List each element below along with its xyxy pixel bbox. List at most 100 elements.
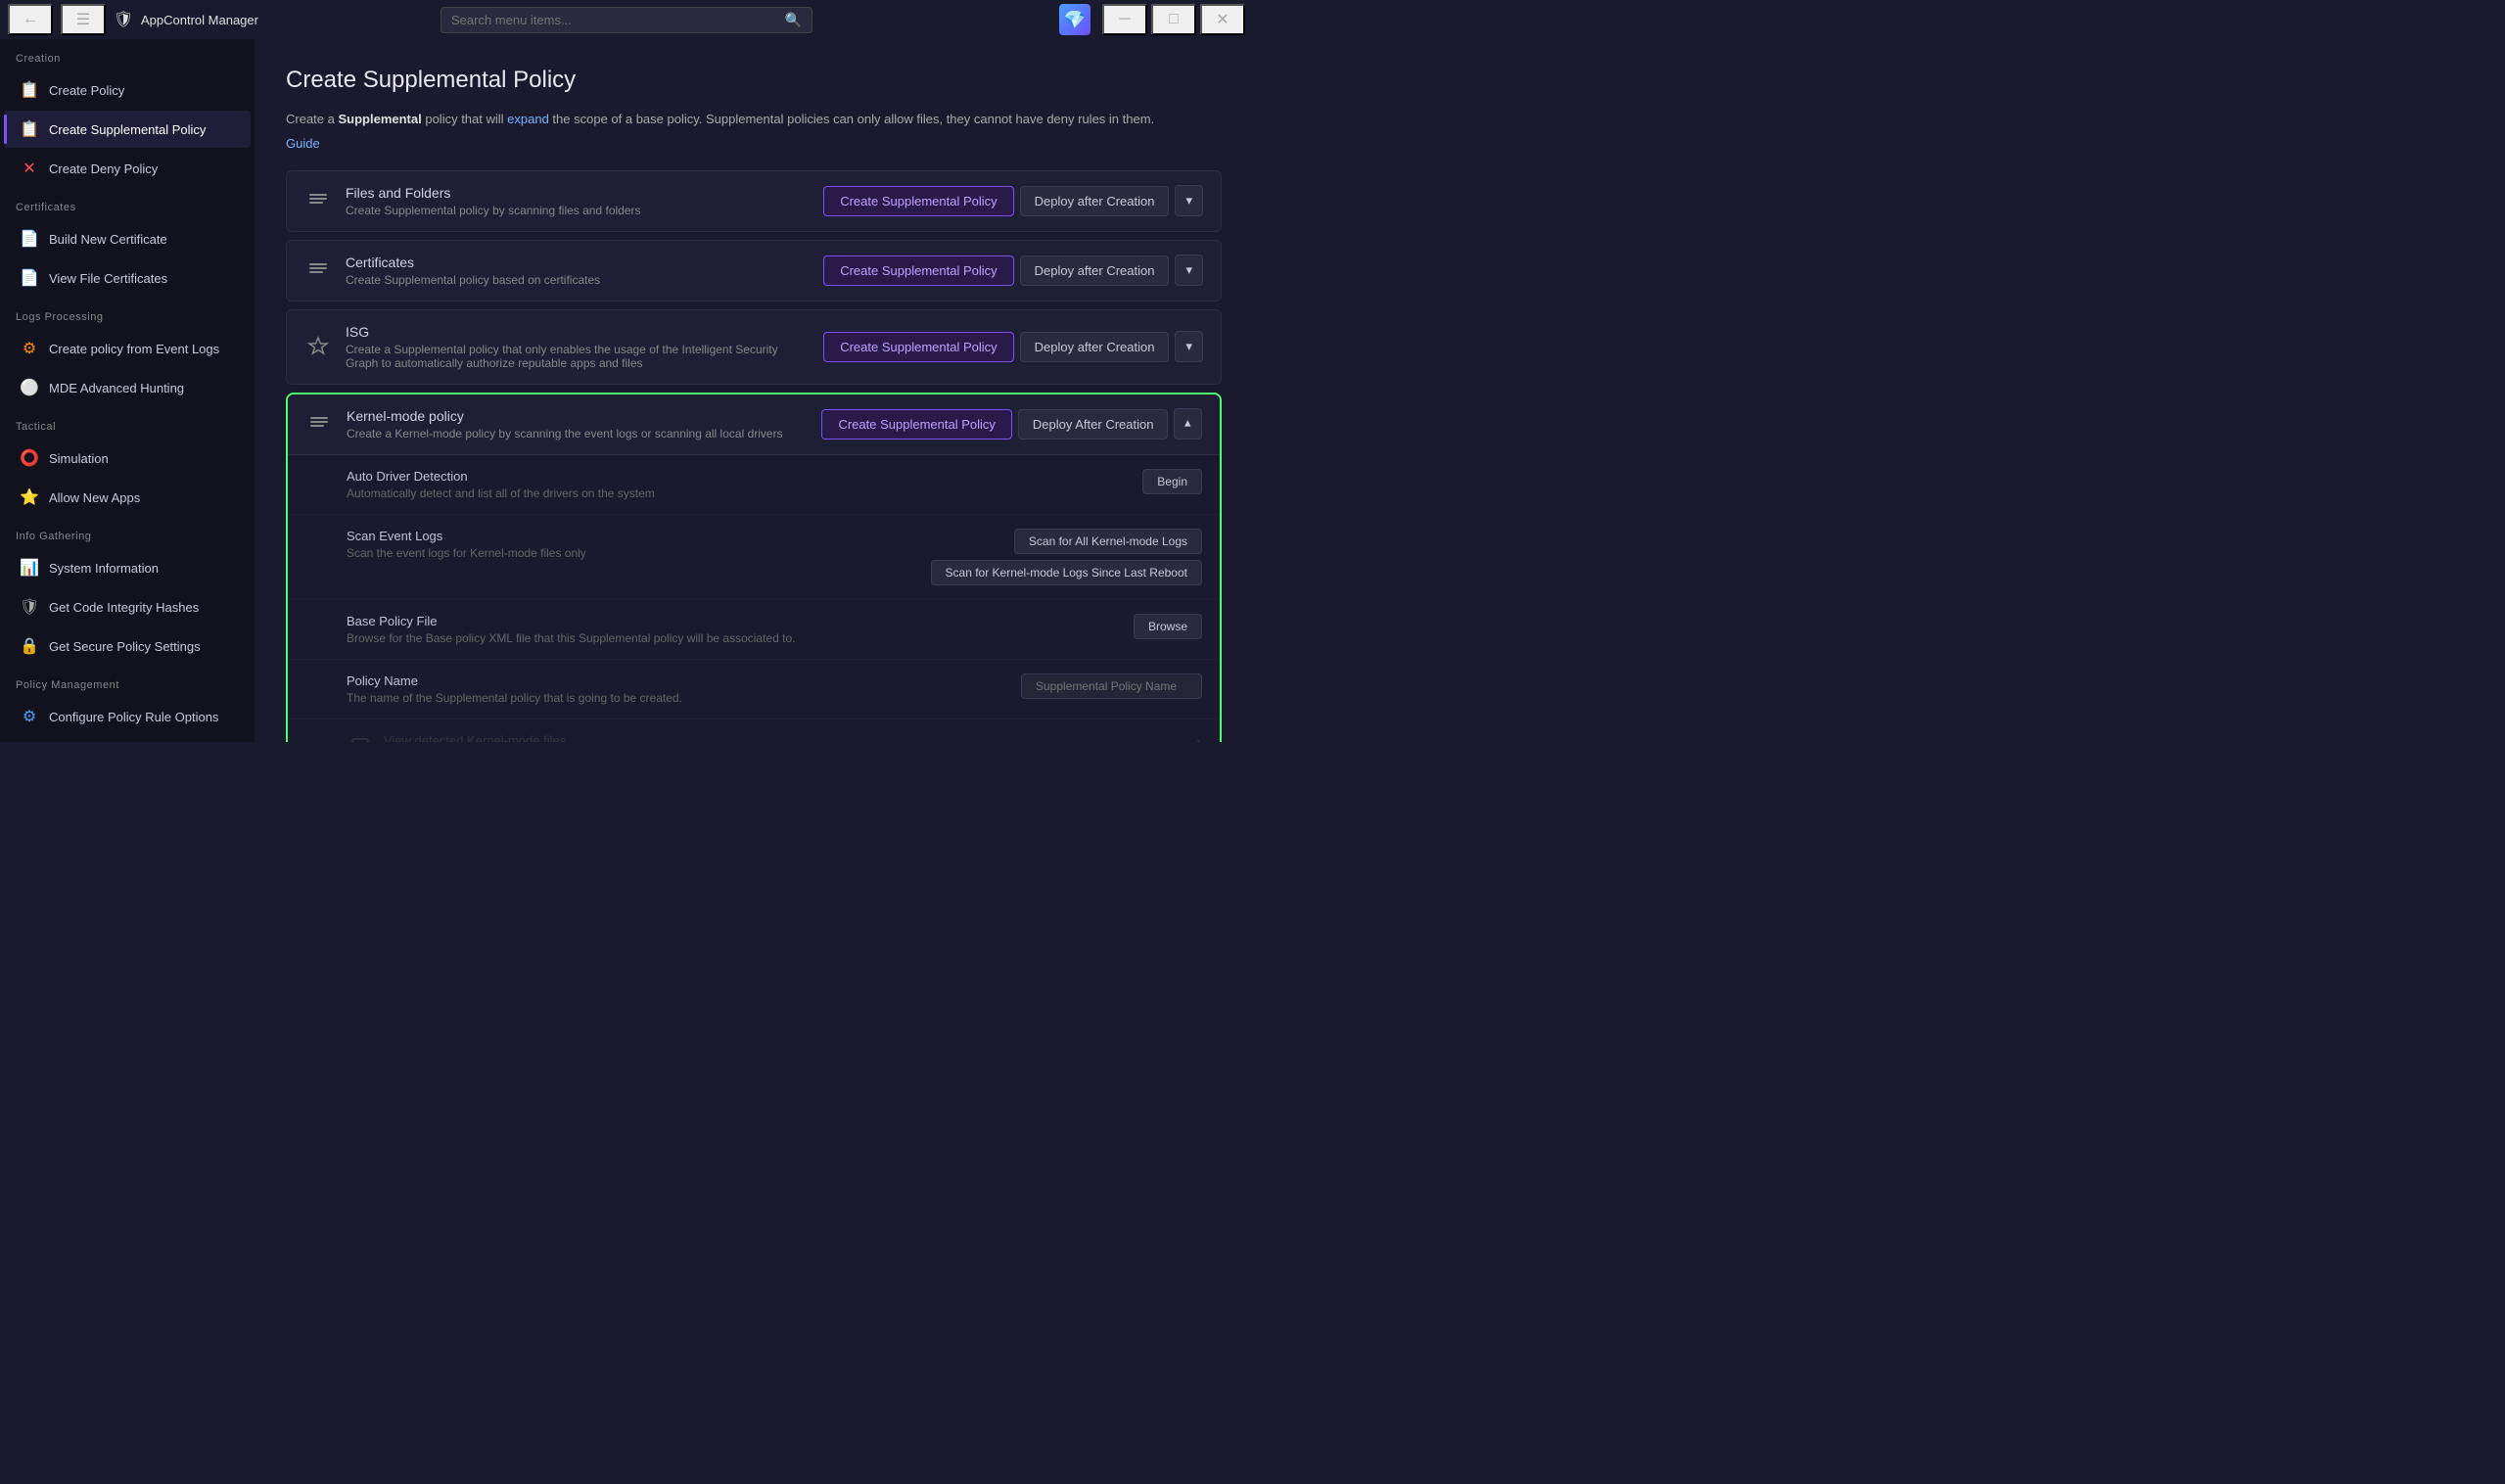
kernel-mode-header: Kernel-mode policy Create a Kernel-mode … xyxy=(288,394,1220,455)
scan-all-btn[interactable]: Scan for All Kernel-mode Logs xyxy=(1014,529,1202,554)
sidebar-item-allow-new-apps[interactable]: ⭐ Allow New Apps xyxy=(4,479,251,516)
avatar: 💎 xyxy=(1059,4,1090,35)
sidebar-item-build-certificate[interactable]: 📄 Build New Certificate xyxy=(4,220,251,257)
base-policy-actions: Browse xyxy=(1134,614,1202,639)
kernel-mode-dropdown-btn[interactable]: Deploy After Creation xyxy=(1018,409,1169,440)
search-input[interactable] xyxy=(451,13,777,27)
titlebar: ← ☰ 🛡 AppControl Manager 🔍 💎 ─ □ ✕ xyxy=(0,0,1253,39)
card-files-folders: Files and Folders Create Supplemental po… xyxy=(286,170,1222,232)
isg-title: ISG xyxy=(346,324,810,340)
files-folders-actions: Create Supplemental Policy Deploy after … xyxy=(823,185,1203,216)
sidebar-item-label: Build New Certificate xyxy=(49,232,167,247)
card-isg: ISG Create a Supplemental policy that on… xyxy=(286,309,1222,385)
code-integrity-icon: 🛡 xyxy=(20,597,39,617)
guide-link[interactable]: Guide xyxy=(286,136,320,151)
certificates-chevron-btn[interactable]: ▾ xyxy=(1175,255,1203,286)
bold-text: Supplemental xyxy=(338,112,421,126)
sidebar-item-label: Get Code Integrity Hashes xyxy=(49,600,199,615)
auto-driver-actions: Begin xyxy=(1142,469,1202,494)
sidebar-item-view-certificates[interactable]: 📄 View File Certificates xyxy=(4,259,251,297)
auto-driver-desc: Automatically detect and list all of the… xyxy=(347,487,1142,500)
files-folders-dropdown-btn[interactable]: Deploy after Creation xyxy=(1020,186,1170,216)
sidebar-item-label: Allow New Apps xyxy=(49,490,140,505)
sidebar-item-create-policy[interactable]: 📋 Create Policy xyxy=(4,71,251,109)
sidebar-item-configure-rules[interactable]: ⚙ Configure Policy Rule Options xyxy=(4,698,251,735)
sidebar-item-merge-policies[interactable]: 📋 Merge App Control Policies xyxy=(4,737,251,742)
auto-driver-info: Auto Driver Detection Automatically dete… xyxy=(347,469,1142,500)
sidebar-item-label: Create Supplemental Policy xyxy=(49,122,206,137)
sidebar-item-create-deny-policy[interactable]: ✕ Create Deny Policy xyxy=(4,150,251,187)
scan-event-title: Scan Event Logs xyxy=(347,529,931,543)
sub-row-base-policy: Base Policy File Browse for the Base pol… xyxy=(288,600,1220,660)
certificates-desc: Create Supplemental policy based on cert… xyxy=(346,273,810,287)
configure-rules-icon: ⚙ xyxy=(20,707,39,726)
policy-name-desc: The name of the Supplemental policy that… xyxy=(347,691,1021,705)
sidebar-item-label: View File Certificates xyxy=(49,271,167,286)
view-detected-chevron: › xyxy=(1188,733,1202,743)
expand-link[interactable]: expand xyxy=(507,112,549,126)
isg-card-icon xyxy=(304,333,332,360)
sub-row-view-detected[interactable]: View detected Kernel-mode files View the… xyxy=(288,719,1220,743)
sidebar-item-create-supplemental-policy[interactable]: 📋 Create Supplemental Policy xyxy=(4,111,251,148)
auto-driver-title: Auto Driver Detection xyxy=(347,469,1142,484)
kernel-mode-body: Auto Driver Detection Automatically dete… xyxy=(288,455,1220,743)
sidebar-item-simulation[interactable]: ⭕ Simulation xyxy=(4,440,251,477)
create-policy-icon: 📋 xyxy=(20,80,39,100)
files-folders-chevron-btn[interactable]: ▾ xyxy=(1175,185,1203,216)
isg-chevron-btn[interactable]: ▾ xyxy=(1175,331,1203,362)
sidebar-item-create-policy-event-logs[interactable]: ⚙ Create policy from Event Logs xyxy=(4,330,251,367)
policy-name-input[interactable] xyxy=(1021,673,1202,699)
sidebar-item-secure-settings[interactable]: 🔒 Get Secure Policy Settings xyxy=(4,627,251,665)
kernel-mode-info: Kernel-mode policy Create a Kernel-mode … xyxy=(347,408,808,441)
sidebar-item-label: Get Secure Policy Settings xyxy=(49,639,201,654)
restore-button[interactable]: □ xyxy=(1151,4,1196,35)
kernel-mode-chevron-btn[interactable]: ▾ xyxy=(1174,408,1202,440)
sub-row-scan-event-logs: Scan Event Logs Scan the event logs for … xyxy=(288,515,1220,600)
sidebar-item-label: Create Policy xyxy=(49,83,124,98)
browse-button[interactable]: Browse xyxy=(1134,614,1202,639)
certificates-info: Certificates Create Supplemental policy … xyxy=(346,255,810,287)
policy-name-title: Policy Name xyxy=(347,673,1021,688)
sidebar-item-label: Create policy from Event Logs xyxy=(49,342,219,356)
close-button[interactable]: ✕ xyxy=(1200,4,1245,35)
certificates-title: Certificates xyxy=(346,255,810,270)
sidebar-item-mde-hunting[interactable]: ⚪ MDE Advanced Hunting xyxy=(4,369,251,406)
kernel-mode-icon xyxy=(305,410,333,438)
kernel-mode-title: Kernel-mode policy xyxy=(347,408,808,424)
search-bar[interactable]: 🔍 xyxy=(441,7,812,33)
files-folders-info: Files and Folders Create Supplemental po… xyxy=(346,185,810,217)
certificates-actions: Create Supplemental Policy Deploy after … xyxy=(823,255,1203,286)
kernel-mode-create-btn[interactable]: Create Supplemental Policy xyxy=(821,409,1011,440)
create-supplemental-icon: 📋 xyxy=(20,119,39,139)
back-button[interactable]: ← xyxy=(8,4,53,35)
sidebar-item-label: Simulation xyxy=(49,451,109,466)
certificates-dropdown-btn[interactable]: Deploy after Creation xyxy=(1020,255,1170,286)
content-area: Create Supplemental Policy Create a Supp… xyxy=(255,39,1253,742)
minimize-icon: ─ xyxy=(1119,11,1130,28)
isg-actions: Create Supplemental Policy Deploy after … xyxy=(823,331,1203,362)
scan-since-reboot-btn[interactable]: Scan for Kernel-mode Logs Since Last Reb… xyxy=(931,560,1202,585)
view-detected-title: View detected Kernel-mode files xyxy=(384,733,1188,743)
menu-button[interactable]: ☰ xyxy=(61,4,106,35)
begin-button[interactable]: Begin xyxy=(1142,469,1202,494)
restore-icon: □ xyxy=(1169,11,1179,28)
app-logo-icon: 🛡 xyxy=(114,10,133,29)
files-folders-create-btn[interactable]: Create Supplemental Policy xyxy=(823,186,1013,216)
card-kernel-mode: Kernel-mode policy Create a Kernel-mode … xyxy=(286,393,1222,743)
avatar-icon: 💎 xyxy=(1064,10,1086,30)
sidebar-section-creation: Creation xyxy=(0,39,255,70)
sidebar-section-logs: Logs Processing xyxy=(0,298,255,329)
minimize-button[interactable]: ─ xyxy=(1102,4,1147,35)
sidebar-item-code-integrity[interactable]: 🛡 Get Code Integrity Hashes xyxy=(4,588,251,626)
sidebar-section-certificates: Certificates xyxy=(0,188,255,219)
isg-desc: Create a Supplemental policy that only e… xyxy=(346,343,810,370)
sidebar-item-system-info[interactable]: 📊 System Information xyxy=(4,549,251,586)
isg-dropdown-btn[interactable]: Deploy after Creation xyxy=(1020,332,1170,362)
build-certificate-icon: 📄 xyxy=(20,229,39,249)
page-title: Create Supplemental Policy xyxy=(286,67,1222,94)
view-detected-icon xyxy=(347,733,374,743)
titlebar-right: 💎 ─ □ ✕ xyxy=(812,4,1245,35)
sidebar-section-info: Info Gathering xyxy=(0,517,255,548)
certificates-create-btn[interactable]: Create Supplemental Policy xyxy=(823,255,1013,286)
isg-create-btn[interactable]: Create Supplemental Policy xyxy=(823,332,1013,362)
